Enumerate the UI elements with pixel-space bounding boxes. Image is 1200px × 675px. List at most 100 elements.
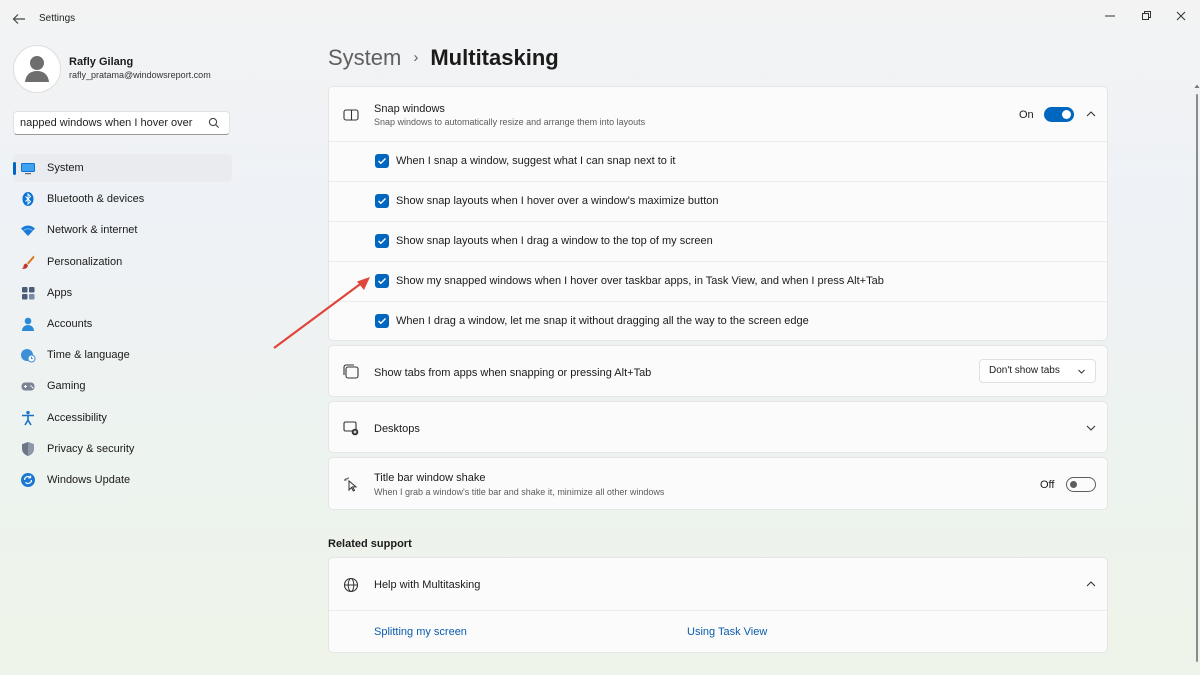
- annotation-arrow: [273, 277, 370, 349]
- show-tabs-label: Show tabs from apps when snapping or pre…: [374, 367, 652, 379]
- desktops-label: Desktops: [374, 423, 420, 435]
- app-title: Settings: [39, 13, 76, 24]
- desktops-card[interactable]: Desktops: [328, 401, 1108, 453]
- globe-icon: [343, 577, 359, 593]
- sidebar-nav: System Bluetooth & devices Network & int…: [13, 154, 232, 497]
- active-indicator: [13, 162, 16, 175]
- snap-option-label: When I drag a window, let me snap it wit…: [396, 315, 809, 327]
- snap-option-label: When I snap a window, suggest what I can…: [396, 155, 676, 167]
- accessibility-icon: [22, 410, 34, 425]
- shake-cursor-icon: [344, 477, 358, 492]
- title-bar-shake-card: Title bar window shake When I grab a win…: [328, 457, 1108, 510]
- help-title: Help with Multitasking: [374, 579, 481, 591]
- snap-windows-title: Snap windows: [374, 103, 445, 115]
- sidebar-item-label: Personalization: [47, 255, 123, 268]
- splitting-my-screen-link[interactable]: Splitting my screen: [374, 626, 467, 638]
- breadcrumb-separator: ›: [413, 49, 419, 66]
- snap-toggle-state: On: [1019, 109, 1034, 121]
- chevron-up-icon[interactable]: [1085, 108, 1097, 120]
- divider: [329, 610, 1107, 611]
- sidebar-item-accounts[interactable]: Accounts: [13, 310, 232, 338]
- gamepad-icon: [21, 382, 35, 391]
- shield-icon: [22, 441, 34, 456]
- monitor-icon: [21, 163, 35, 175]
- show-tabs-card: Show tabs from apps when snapping or pre…: [328, 345, 1108, 397]
- sidebar-item-privacy-security[interactable]: Privacy & security: [13, 435, 232, 463]
- snap-option-row[interactable]: Show my snapped windows when I hover ove…: [329, 261, 1107, 302]
- page-title: Multitasking: [430, 45, 559, 70]
- snap-option-row[interactable]: Show snap layouts when I drag a window t…: [329, 221, 1107, 262]
- scrollbar-thumb[interactable]: [1196, 94, 1198, 662]
- scrollbar[interactable]: [1194, 82, 1200, 672]
- minimize-icon[interactable]: [1100, 6, 1120, 26]
- chevron-down-icon[interactable]: [1085, 422, 1097, 434]
- snap-option-label: Show snap layouts when I hover over a wi…: [396, 195, 719, 207]
- sidebar-item-system[interactable]: System: [13, 154, 232, 182]
- sidebar-item-label: Accessibility: [47, 411, 107, 424]
- snap-option-label: Show snap layouts when I drag a window t…: [396, 235, 713, 247]
- sidebar-item-apps[interactable]: Apps: [13, 279, 232, 307]
- sidebar-item-bluetooth[interactable]: Bluetooth & devices: [13, 185, 232, 213]
- update-icon: [21, 472, 35, 487]
- snap-window-icon: [343, 109, 359, 121]
- user-name: Rafly Gilang: [69, 56, 134, 68]
- scroll-up-icon[interactable]: [1194, 82, 1200, 90]
- toggle-knob: [1070, 481, 1077, 488]
- bluetooth-icon: [22, 192, 34, 207]
- snap-windows-toggle[interactable]: [1044, 107, 1074, 122]
- sidebar-item-accessibility[interactable]: Accessibility: [13, 404, 232, 432]
- settings-search-box[interactable]: [13, 111, 230, 135]
- maximize-icon[interactable]: [1136, 6, 1156, 26]
- snap-option-row[interactable]: When I drag a window, let me snap it wit…: [329, 301, 1107, 342]
- search-input[interactable]: [14, 112, 210, 134]
- snap-option-row[interactable]: When I snap a window, suggest what I can…: [329, 141, 1107, 182]
- sidebar-item-windows-update[interactable]: Windows Update: [13, 466, 232, 494]
- back-arrow-icon[interactable]: [10, 10, 28, 28]
- shake-toggle-state: Off: [1040, 479, 1055, 491]
- sidebar-item-label: Privacy & security: [47, 442, 135, 455]
- sidebar-item-label: Bluetooth & devices: [47, 193, 145, 206]
- title-bar: Settings: [0, 0, 1200, 38]
- tabs-window-icon: [343, 364, 359, 379]
- show-tabs-dropdown[interactable]: Don't show tabs: [979, 359, 1096, 383]
- brush-icon: [21, 255, 35, 269]
- checkbox-checked[interactable]: [375, 234, 389, 248]
- sidebar-item-label: Gaming: [47, 380, 86, 393]
- user-email: rafly_pratama@windowsreport.com: [69, 70, 211, 80]
- snap-windows-description: Snap windows to automatically resize and…: [374, 117, 646, 127]
- sidebar-item-label: Time & language: [47, 349, 130, 362]
- related-support-heading: Related support: [328, 538, 412, 550]
- snap-windows-card: Snap windows Snap windows to automatical…: [328, 86, 1108, 341]
- sidebar-item-network[interactable]: Network & internet: [13, 216, 232, 244]
- sidebar-item-gaming[interactable]: Gaming: [13, 372, 232, 400]
- sidebar-item-time-language[interactable]: Time & language: [13, 341, 232, 369]
- snap-option-row[interactable]: Show snap layouts when I hover over a wi…: [329, 181, 1107, 222]
- breadcrumb: System › Multitasking: [328, 45, 559, 71]
- breadcrumb-parent[interactable]: System: [328, 45, 401, 70]
- using-task-view-link[interactable]: Using Task View: [687, 626, 767, 638]
- wifi-icon: [21, 225, 35, 237]
- title-bar-shake-toggle[interactable]: [1066, 477, 1096, 492]
- sidebar-item-label: System: [47, 162, 84, 174]
- sidebar-item-label: Windows Update: [47, 473, 131, 486]
- dropdown-value: Don't show tabs: [989, 365, 1060, 376]
- apps-icon: [22, 286, 35, 300]
- avatar[interactable]: [13, 45, 61, 93]
- globe-clock-icon: [21, 349, 36, 363]
- shake-title: Title bar window shake: [374, 472, 486, 484]
- snap-option-label: Show my snapped windows when I hover ove…: [396, 275, 884, 287]
- desktops-icon: [343, 421, 359, 436]
- help-card: Help with Multitasking: [328, 557, 1108, 653]
- search-icon[interactable]: [207, 116, 221, 130]
- toggle-knob: [1062, 110, 1071, 119]
- sidebar-item-label: Accounts: [47, 317, 93, 330]
- sidebar-item-label: Apps: [47, 286, 73, 299]
- checkbox-checked[interactable]: [375, 154, 389, 168]
- person-icon: [22, 317, 34, 331]
- sidebar-item-label: Network & internet: [47, 224, 138, 237]
- shake-description: When I grab a window's title bar and sha…: [374, 487, 665, 497]
- sidebar-item-personalization[interactable]: Personalization: [13, 248, 232, 276]
- chevron-up-icon[interactable]: [1085, 578, 1097, 590]
- checkbox-checked[interactable]: [375, 194, 389, 208]
- close-icon[interactable]: [1171, 6, 1191, 26]
